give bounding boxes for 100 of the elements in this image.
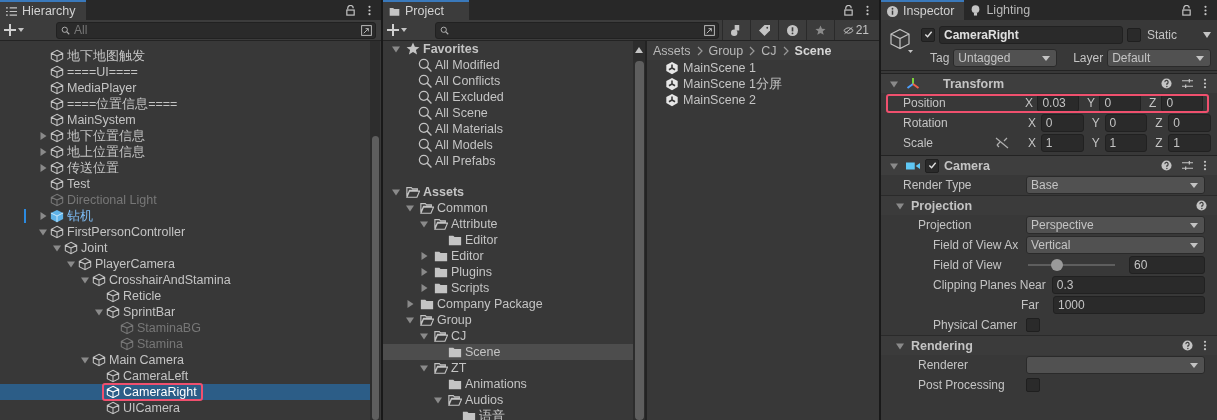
lock-icon[interactable] <box>345 4 356 16</box>
expand-arrow-icon[interactable] <box>67 260 75 268</box>
hierarchy-row[interactable]: ====位置信息==== <box>0 96 370 112</box>
dropdown[interactable] <box>1026 356 1205 374</box>
favorite-item[interactable]: All Materials <box>383 121 633 137</box>
favorite-item[interactable]: All Models <box>383 137 633 153</box>
hierarchy-row[interactable]: Joint <box>0 240 370 256</box>
hierarchy-row[interactable]: ====UI==== <box>0 64 370 80</box>
inspector-tab[interactable]: Lighting <box>964 0 1041 20</box>
hierarchy-row[interactable]: PlayerCamera <box>0 256 370 272</box>
number-field[interactable]: 0.3 <box>1051 276 1205 294</box>
favorite-item[interactable]: All Conflicts <box>383 73 633 89</box>
help-icon[interactable] <box>1161 78 1172 89</box>
inspector-tab[interactable]: Inspector <box>881 0 965 20</box>
expand-arrow-icon[interactable] <box>420 268 428 276</box>
hierarchy-row[interactable]: Main Camera <box>0 352 370 368</box>
expand-arrow-icon[interactable] <box>420 364 428 372</box>
dropdown[interactable]: Base <box>1026 176 1205 194</box>
expand-arrow-icon[interactable] <box>81 276 89 284</box>
scene-file[interactable]: MainScene 2 <box>647 92 879 108</box>
number-field[interactable]: 1 <box>1104 134 1148 152</box>
scroll-up-icon[interactable] <box>635 47 643 53</box>
folder-row[interactable]: Company Package <box>383 296 633 312</box>
search-field[interactable]: All <box>56 21 376 39</box>
unlinked-icon[interactable] <box>995 137 1009 149</box>
folder-row[interactable]: Audios <box>383 392 633 408</box>
help-icon[interactable] <box>1182 340 1193 351</box>
expand-arrow-icon[interactable] <box>392 45 400 53</box>
expand-arrow-icon[interactable] <box>420 284 428 292</box>
more-icon[interactable] <box>1203 160 1207 171</box>
folder-row[interactable]: Plugins <box>383 264 633 280</box>
expand-arrow-icon[interactable] <box>95 308 103 316</box>
hierarchy-row[interactable]: FirstPersonController <box>0 224 370 240</box>
lock-icon[interactable] <box>843 4 854 16</box>
hierarchy-row[interactable]: MediaPlayer <box>0 80 370 96</box>
layer-dropdown[interactable]: Default <box>1107 48 1211 67</box>
expand-arrow-icon[interactable] <box>39 212 47 220</box>
hierarchy-row[interactable]: Reticle <box>0 288 370 304</box>
number-field[interactable]: 0 <box>1168 114 1211 132</box>
folder-row[interactable]: Scripts <box>383 280 633 296</box>
hierarchy-row[interactable]: UICamera <box>0 400 370 416</box>
search-field[interactable] <box>435 21 719 39</box>
section-header[interactable]: Rendering <box>881 335 1217 355</box>
help-icon[interactable] <box>1161 160 1172 171</box>
breadcrumb-link[interactable]: Group <box>708 43 744 58</box>
expand-arrow-icon[interactable] <box>81 356 89 364</box>
expand-arrow-icon[interactable] <box>406 300 414 308</box>
hierarchy-row[interactable]: CrosshairAndStamina <box>0 272 370 288</box>
expand-arrow-icon[interactable] <box>39 228 47 236</box>
expand-icon[interactable] <box>361 24 372 36</box>
number-field[interactable]: 60 <box>1129 256 1205 274</box>
folder-row[interactable]: ZT <box>383 360 633 376</box>
enabled-checkbox[interactable] <box>925 158 939 173</box>
dropdown[interactable]: Perspective <box>1026 216 1205 234</box>
name-field[interactable]: CameraRight <box>939 25 1123 44</box>
expand-arrow-icon[interactable] <box>896 201 904 210</box>
hierarchy-row[interactable]: 地下地图触发 <box>0 48 370 64</box>
lock-icon[interactable] <box>1181 4 1192 16</box>
hierarchy-row[interactable]: 地上位置信息 <box>0 144 370 160</box>
slider-handle[interactable] <box>1050 259 1063 271</box>
folder-row[interactable]: Editor <box>383 248 633 264</box>
hierarchy-tab[interactable]: Hierarchy <box>0 0 86 20</box>
hierarchy-row[interactable]: CameraLeft <box>0 368 370 384</box>
breadcrumb-link[interactable]: CJ <box>761 43 777 58</box>
scrollbar[interactable] <box>370 41 380 420</box>
folder-row[interactable]: Assets <box>383 184 633 200</box>
hierarchy-row[interactable]: 钻机 <box>0 208 370 224</box>
number-field[interactable]: 1 <box>1168 134 1211 152</box>
component-header[interactable]: Transform <box>881 73 1217 93</box>
folder-row[interactable]: Animations <box>383 376 633 392</box>
expand-icon[interactable] <box>703 24 715 36</box>
expand-arrow-icon[interactable] <box>53 244 61 252</box>
hierarchy-row[interactable]: SprintBar <box>0 304 370 320</box>
expand-arrow-icon[interactable] <box>896 341 904 350</box>
folder-row[interactable]: Common <box>383 200 633 216</box>
number-field[interactable]: 1 <box>1040 134 1084 152</box>
scene-file[interactable]: MainScene 1分屏 <box>647 76 879 92</box>
folder-row[interactable]: CJ <box>383 328 633 344</box>
expand-arrow-icon[interactable] <box>406 204 414 212</box>
breadcrumb-link[interactable]: Scene <box>794 43 832 58</box>
component-header[interactable]: Camera <box>881 155 1217 175</box>
caret-icon[interactable] <box>1203 31 1211 38</box>
folder-row[interactable]: Group <box>383 312 633 328</box>
expand-arrow-icon[interactable] <box>39 164 47 172</box>
favorite-item[interactable]: All Modified <box>383 57 633 73</box>
tag-dropdown[interactable]: Untagged <box>953 48 1058 67</box>
hierarchy-row[interactable]: 传送位置 <box>0 160 370 176</box>
presets-icon[interactable] <box>1182 160 1193 171</box>
expand-arrow-icon[interactable] <box>434 396 442 404</box>
help-icon[interactable] <box>1196 200 1207 211</box>
project-tab[interactable]: Project <box>383 0 469 20</box>
number-field[interactable]: 0 <box>1040 114 1084 132</box>
number-field[interactable]: 1000 <box>1053 296 1205 314</box>
folder-row[interactable]: Editor <box>383 232 633 248</box>
dropdown[interactable]: Vertical <box>1026 236 1205 254</box>
hierarchy-row[interactable]: Test <box>0 176 370 192</box>
expand-arrow-icon[interactable] <box>420 252 428 260</box>
expand-arrow-icon[interactable] <box>890 161 898 170</box>
expand-arrow-icon[interactable] <box>420 220 428 228</box>
folder-row[interactable]: Attribute <box>383 216 633 232</box>
